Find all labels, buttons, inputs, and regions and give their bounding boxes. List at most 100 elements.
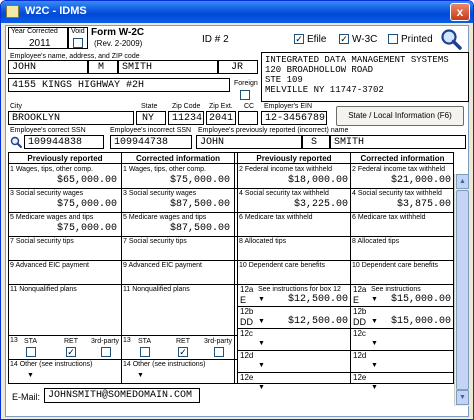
foreign-checkbox[interactable] [240,90,250,100]
year-corrected-value[interactable]: 2011 [29,38,51,49]
state-local-info-button[interactable]: State / Local Information (F6) [336,106,464,126]
scroll-up-button[interactable]: ▲ [456,174,469,189]
box-label-prev: 10 Dependent care benefits [239,262,326,269]
box-amount-prev[interactable]: $18,000.00 [238,175,348,186]
cc-field[interactable] [238,111,258,125]
box13-sta-label-corr: STA [138,338,152,345]
box12-label-corr: 12b [353,307,367,316]
void-box: Void [68,27,88,49]
box-amount-corr[interactable]: $75,000.00 [122,175,230,186]
zip-value: 11234 [172,113,203,124]
grid-divider [8,163,454,164]
box13-ret-checkbox-corr[interactable]: ✓ [178,347,188,357]
state-label: State [141,103,158,110]
box13-sta-checkbox-prev[interactable] [26,347,36,357]
form-revision: (Rev. 2-2009) [94,39,143,48]
box-amount-prev[interactable]: $75,000.00 [9,223,117,234]
grid-divider [8,284,238,285]
middle-initial-field[interactable]: M [88,60,118,74]
incorrect-ssn-field[interactable]: 109944738 [110,135,192,149]
grid-divider [237,372,454,373]
scroll-thumb[interactable] [456,190,469,390]
grid-divider [237,188,454,189]
box12-amount-prev[interactable]: $12,500.00 [238,294,348,305]
box12-amount-corr[interactable]: $15,000.00 [351,316,451,327]
box12-instructions-corr: See instructions [371,286,421,293]
prev-middle-initial-field[interactable]: S [302,135,330,149]
last-name-field[interactable]: SMITH [118,60,218,74]
prev-name-label: Employee's previously reported (incorrec… [198,127,349,134]
box13-third-checkbox-corr[interactable] [214,347,224,357]
grid-divider [237,260,454,261]
chevron-down-icon[interactable]: ▼ [370,383,379,392]
chevron-down-icon[interactable]: ▼ [257,339,266,348]
vertical-scrollbar[interactable]: ▲ ▼ [454,174,469,406]
employer-line-1: INTEGRATED DATA MANAGEMENT SYSTEMS [265,55,449,65]
box-amount-corr[interactable]: $87,500.00 [122,199,230,210]
prev-middle-initial-value: S [311,137,318,148]
employer-address-box[interactable]: INTEGRATED DATA MANAGEMENT SYSTEMS 120 B… [261,52,469,102]
chevron-down-icon[interactable]: ▼ [136,371,145,380]
box-label-corr: 9 Advanced EIC payment [123,262,202,269]
employer-line-2: 120 BROADHOLLOW ROAD [265,65,374,75]
magnifier-icon[interactable] [440,28,462,50]
scroll-down-button[interactable]: ▼ [456,390,469,405]
chevron-down-icon[interactable]: ▼ [370,361,379,370]
efile-checkbox[interactable]: ✓ [294,34,304,44]
box13-third-checkbox-prev[interactable] [101,347,111,357]
search-icon[interactable] [10,136,22,148]
ein-field[interactable]: 12-3456789 [261,111,327,125]
address-field[interactable]: 4155 KINGS HIGHWAY #2H [8,78,230,92]
ein-value: 12-3456789 [265,113,326,124]
chevron-down-icon[interactable]: ▼ [257,361,266,370]
w3c-label: W-3C [352,34,378,45]
record-id: ID # 2 [202,34,229,45]
chevron-down-icon[interactable]: ▼ [257,383,266,392]
chevron-down-icon[interactable]: ▼ [26,371,35,380]
box12-label-prev: 12d [240,351,254,360]
grid-divider [8,212,238,213]
zip-ext-label: Zip Ext. [209,103,233,110]
box13-ret-label-corr: RET [176,338,190,345]
grid-divider [8,359,238,360]
zip-ext-field[interactable]: 2041 [206,111,236,125]
w3c-checkbox[interactable]: ✓ [339,34,349,44]
zip-field[interactable]: 11234 [168,111,204,125]
box12-amount-corr[interactable]: $15,000.00 [351,294,451,305]
correct-ssn-field[interactable]: 109944838 [24,135,104,149]
box-amount-corr[interactable]: $3,875.00 [351,199,451,210]
box-label-prev: 5 Medicare wages and tips [10,214,94,221]
chevron-down-icon[interactable]: ▼ [370,339,379,348]
void-checkbox[interactable] [73,38,83,48]
box-amount-corr[interactable]: $87,500.00 [122,223,230,234]
box-amount-prev[interactable]: $3,225.00 [238,199,348,210]
box13-ret-checkbox-prev[interactable]: ✓ [66,347,76,357]
corrected-header-left: Corrected information [135,154,220,163]
suffix-field[interactable]: JR [218,60,258,74]
box-amount-corr[interactable]: $21,000.00 [351,175,451,186]
grid-divider [237,350,454,351]
box13-sta-checkbox-corr[interactable] [140,347,150,357]
box-label-corr: 10 Dependent care benefits [352,262,439,269]
middle-initial-value: M [98,62,105,73]
prev-last-name-field[interactable]: SMITH [330,135,466,149]
email-field[interactable]: JOHNSMITH@SOMEDOMAIN.COM [44,388,200,403]
city-field[interactable]: BROOKLYN [8,111,134,125]
box-amount-prev[interactable]: $75,000.00 [9,199,117,210]
year-corrected-box: Year Corrected 2011 [8,27,68,49]
printed-label: Printed [401,34,433,45]
grid-divider [237,306,454,307]
printed-checkbox[interactable] [388,34,398,44]
box-amount-prev[interactable]: $65,000.00 [9,175,117,186]
box12-amount-prev[interactable]: $12,500.00 [238,316,348,327]
box-label-prev: 2 Federal income tax withheld [239,166,332,173]
first-name-field[interactable]: JOHN [8,60,88,74]
city-label: City [10,103,23,110]
state-field[interactable]: NY [136,111,166,125]
ein-label: Employer's EIN [264,103,313,110]
prev-first-name-field[interactable]: JOHN [196,135,302,149]
close-button[interactable]: x [450,3,470,21]
box-label-corr: 5 Medicare wages and tips [123,214,207,221]
address-value: 4155 KINGS HIGHWAY #2H [12,80,145,91]
state-value: NY [142,113,155,124]
